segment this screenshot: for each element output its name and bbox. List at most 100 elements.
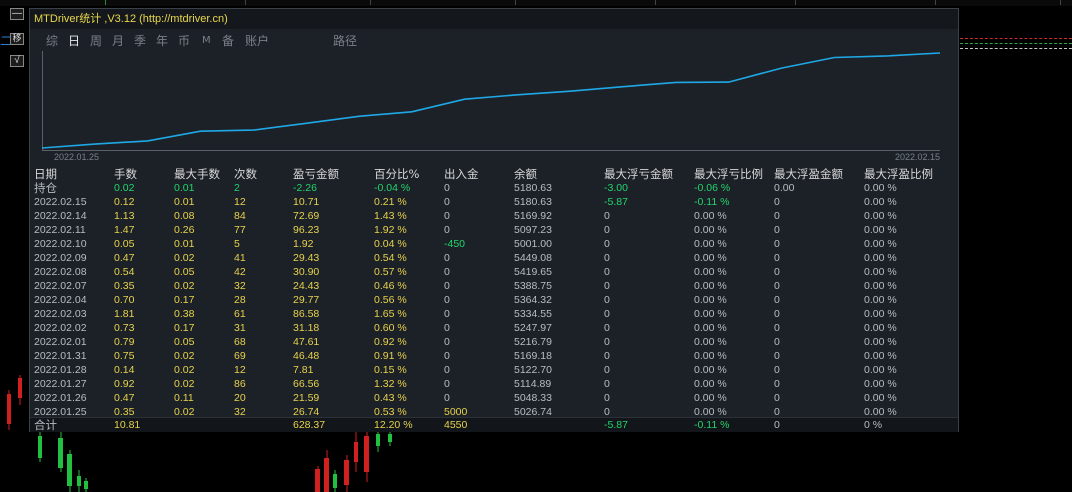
check-button[interactable]: √ (10, 55, 24, 67)
candle (58, 432, 63, 472)
cell-max-lots: 0.02 (174, 252, 195, 264)
cell-date: 2022.01.27 (34, 378, 87, 390)
cell-percent: 0.46 % (374, 280, 407, 292)
cell-max-float-profit: 0 (774, 364, 780, 376)
cell-lots: 0.14 (114, 364, 135, 376)
tick-mark (655, 0, 656, 5)
candle (344, 455, 349, 492)
holding-max-float-loss: -3.00 (604, 182, 628, 194)
tab-daily[interactable]: 日 (68, 31, 80, 51)
candle (38, 432, 42, 462)
cell-lots: 0.92 (114, 378, 135, 390)
tab-m[interactable]: M (202, 31, 211, 51)
table-row: 2022.02.11 1.47 0.26 77 96.23 1.92 % 0 5097.23 0… (34, 223, 954, 237)
cell-max-float-profit-ratio: 0.00 % (864, 238, 897, 250)
tab-path[interactable]: 路径 (333, 31, 357, 51)
cell-max-lots: 0.02 (174, 350, 195, 362)
cell-max-float-loss-ratio: 0.00 % (694, 322, 727, 334)
window-title: MTDriver统计 ,V3.12 (http://mtdriver.cn) (30, 9, 958, 29)
cell-count: 31 (234, 322, 246, 334)
equity-line (41, 52, 941, 149)
cell-max-float-profit-ratio: 0.00 % (864, 196, 897, 208)
cell-max-float-loss: 0 (604, 280, 610, 292)
cell-max-float-profit: 0 (774, 378, 780, 390)
cell-max-float-loss: 0 (604, 350, 610, 362)
cell-max-lots: 0.17 (174, 322, 195, 334)
cell-max-float-loss: 0 (604, 294, 610, 306)
total-row: 合计 10.81 628.37 12.20 % 4550 -5.87 -0.11… (30, 417, 958, 432)
table-row: 2022.02.15 0.12 0.01 12 10.71 0.21 % 0 5180.63 -… (34, 195, 954, 209)
cell-date: 2022.01.26 (34, 392, 87, 404)
holding-percent: -0.04 % (374, 182, 411, 194)
cell-max-float-profit: 0 (774, 392, 780, 404)
cell-max-float-profit: 0 (774, 210, 780, 222)
cell-percent: 0.43 % (374, 392, 407, 404)
cell-percent: 0.92 % (374, 336, 407, 348)
tab-summary[interactable]: 综 (46, 31, 58, 51)
tab-account[interactable]: 账户 (245, 31, 269, 51)
cell-balance: 5001.00 (514, 238, 552, 250)
holding-max-float-loss-ratio: -0.06 % (694, 182, 731, 194)
table-row: 2022.01.26 0.47 0.11 20 21.59 0.43 % 0 5048.33 0… (34, 391, 954, 405)
header-max-float-loss-ratio: 最大浮亏比例 (694, 167, 763, 181)
cell-max-float-profit: 0 (774, 266, 780, 278)
cell-deposit: 0 (444, 294, 450, 306)
tab-currency[interactable]: 币 (178, 31, 190, 51)
cell-max-float-profit: 0 (774, 336, 780, 348)
cell-lots: 1.81 (114, 308, 135, 320)
cell-profit: 29.77 (293, 294, 320, 306)
cell-max-float-loss-ratio: 0.00 % (694, 364, 727, 376)
cell-lots: 0.79 (114, 336, 135, 348)
cell-max-lots: 0.05 (174, 266, 195, 278)
move-button[interactable]: 移 (10, 33, 24, 45)
holding-max-lots: 0.01 (174, 182, 195, 194)
header-date: 日期 (34, 167, 57, 181)
cell-profit: 1.92 (293, 238, 314, 250)
table-row: 2022.01.28 0.14 0.02 12 7.81 0.15 % 0 5122.70 0 0… (34, 363, 954, 377)
table-row: 2022.02.03 1.81 0.38 61 86.58 1.65 % 0 5334.55 0… (34, 307, 954, 321)
cell-profit: 72.69 (293, 210, 320, 222)
tab-notes[interactable]: 备 (222, 31, 234, 51)
candle (84, 478, 88, 492)
cell-balance: 5048.33 (514, 392, 552, 404)
candle (333, 470, 337, 492)
cell-count: 12 (234, 196, 246, 208)
cell-max-float-loss: 0 (604, 392, 610, 404)
cell-lots: 0.70 (114, 294, 135, 306)
cell-profit: 7.81 (293, 364, 314, 376)
cell-max-float-loss-ratio: 0.00 % (694, 266, 727, 278)
tick-mark (515, 0, 516, 5)
platform-top-strip (0, 0, 1072, 6)
table-row: 2022.01.27 0.92 0.02 86 66.56 1.32 % 0 5114.89 0… (34, 377, 954, 391)
total-profit: 628.37 (293, 419, 326, 431)
candle (315, 466, 320, 492)
cell-date: 2022.01.28 (34, 364, 87, 376)
cell-lots: 1.47 (114, 224, 135, 236)
minimize-button[interactable]: — (10, 8, 24, 20)
cell-max-lots: 0.17 (174, 294, 195, 306)
cell-deposit: 0 (444, 378, 450, 390)
cell-max-lots: 0.02 (174, 378, 195, 390)
cell-max-float-profit: 0 (774, 350, 780, 362)
table-header: 日期 手数 最大手数 次数 盈亏金额 百分比% 出入金 余额 最大浮亏金额 最大… (34, 167, 954, 181)
tab-monthly[interactable]: 月 (112, 31, 124, 51)
cell-percent: 0.04 % (374, 238, 407, 250)
cell-deposit: 0 (444, 210, 450, 222)
table-row: 2022.02.10 0.05 0.01 5 1.92 0.04 % -450 5001.00… (34, 237, 954, 251)
chart-end-date: 2022.02.15 (895, 152, 941, 162)
tab-yearly[interactable]: 年 (156, 31, 168, 51)
cell-count: 61 (234, 308, 246, 320)
tab-quarterly[interactable]: 季 (134, 31, 146, 51)
cell-percent: 0.57 % (374, 266, 407, 278)
cell-deposit: 0 (444, 308, 450, 320)
cell-count: 69 (234, 350, 246, 362)
tab-weekly[interactable]: 周 (90, 31, 102, 51)
table-row: 2022.02.07 0.35 0.02 32 24.43 0.46 % 0 5388.75 0… (34, 279, 954, 293)
holding-row: 持仓 0.02 0.01 2 -2.26 -0.04 % 0 5180.63 -… (34, 181, 954, 195)
cell-date: 2022.02.07 (34, 280, 87, 292)
cell-lots: 1.13 (114, 210, 135, 222)
cell-lots: 0.75 (114, 350, 135, 362)
cell-max-float-profit-ratio: 0.00 % (864, 378, 897, 390)
header-percent: 百分比% (374, 167, 420, 181)
cell-max-float-profit: 0 (774, 196, 780, 208)
